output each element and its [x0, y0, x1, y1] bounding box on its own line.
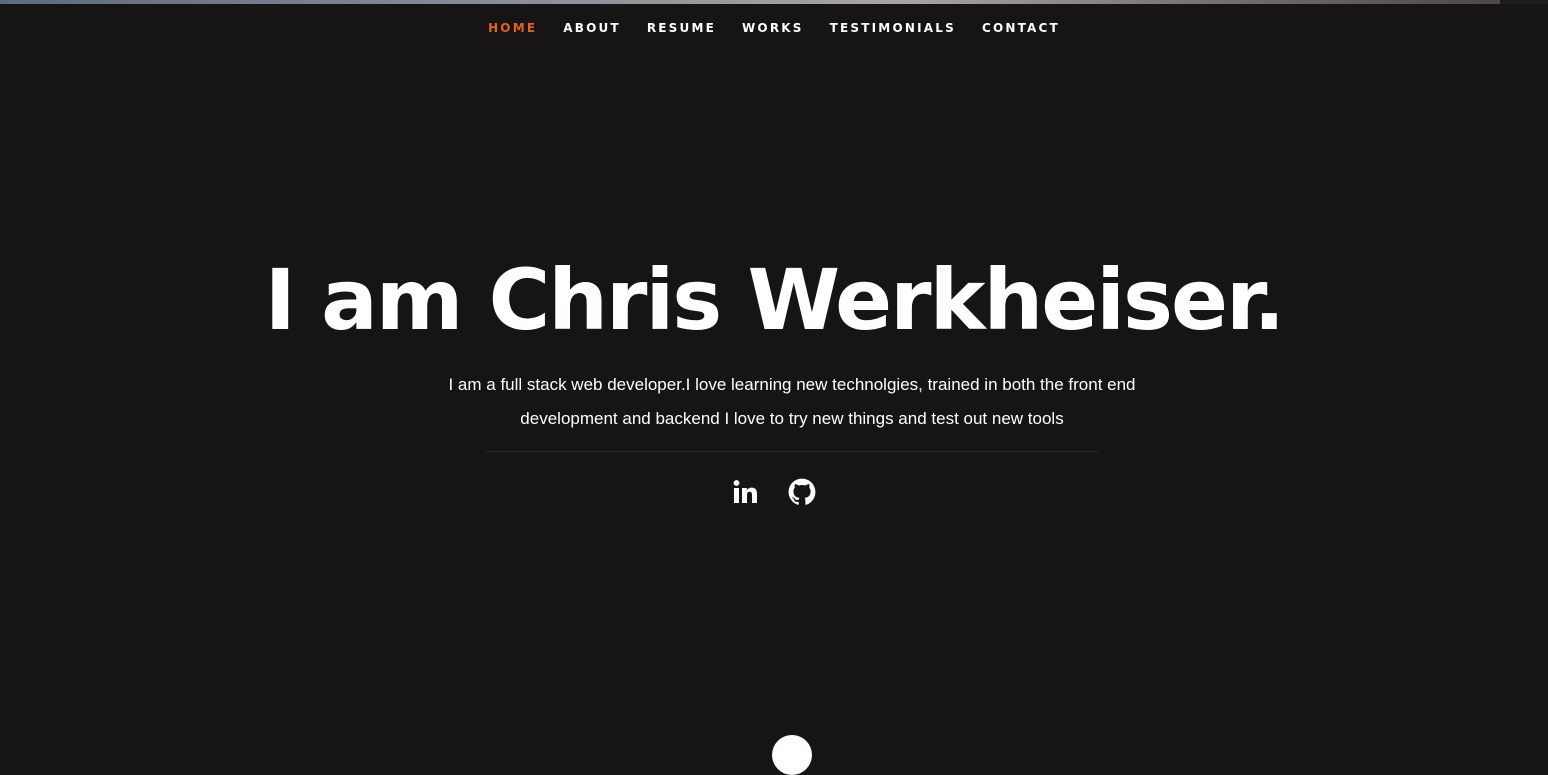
nav-about[interactable]: ABOUT	[550, 19, 634, 39]
github-link[interactable]	[788, 478, 816, 506]
hero-divider	[486, 451, 1098, 452]
nav-resume[interactable]: RESUME	[634, 19, 729, 39]
nav-contact[interactable]: CONTACT	[969, 19, 1073, 39]
scroll-down-button[interactable]	[772, 735, 812, 775]
nav-works[interactable]: WORKS	[729, 19, 817, 39]
main-nav: HOME ABOUT RESUME WORKS TESTIMONIALS CON…	[0, 19, 1548, 39]
linkedin-link[interactable]	[732, 478, 760, 506]
github-icon	[788, 478, 816, 505]
hero-description: I am a full stack web developer.I love l…	[448, 375, 1136, 428]
window-top-strip	[0, 0, 1500, 4]
social-links	[0, 478, 1548, 506]
linkedin-icon	[733, 480, 757, 503]
nav-home[interactable]: HOME	[475, 19, 550, 39]
hero-title: I am Chris Werkheiser.	[264, 251, 1286, 349]
window-top-strip-right	[1500, 0, 1548, 4]
nav-testimonials[interactable]: TESTIMONIALS	[817, 19, 969, 39]
